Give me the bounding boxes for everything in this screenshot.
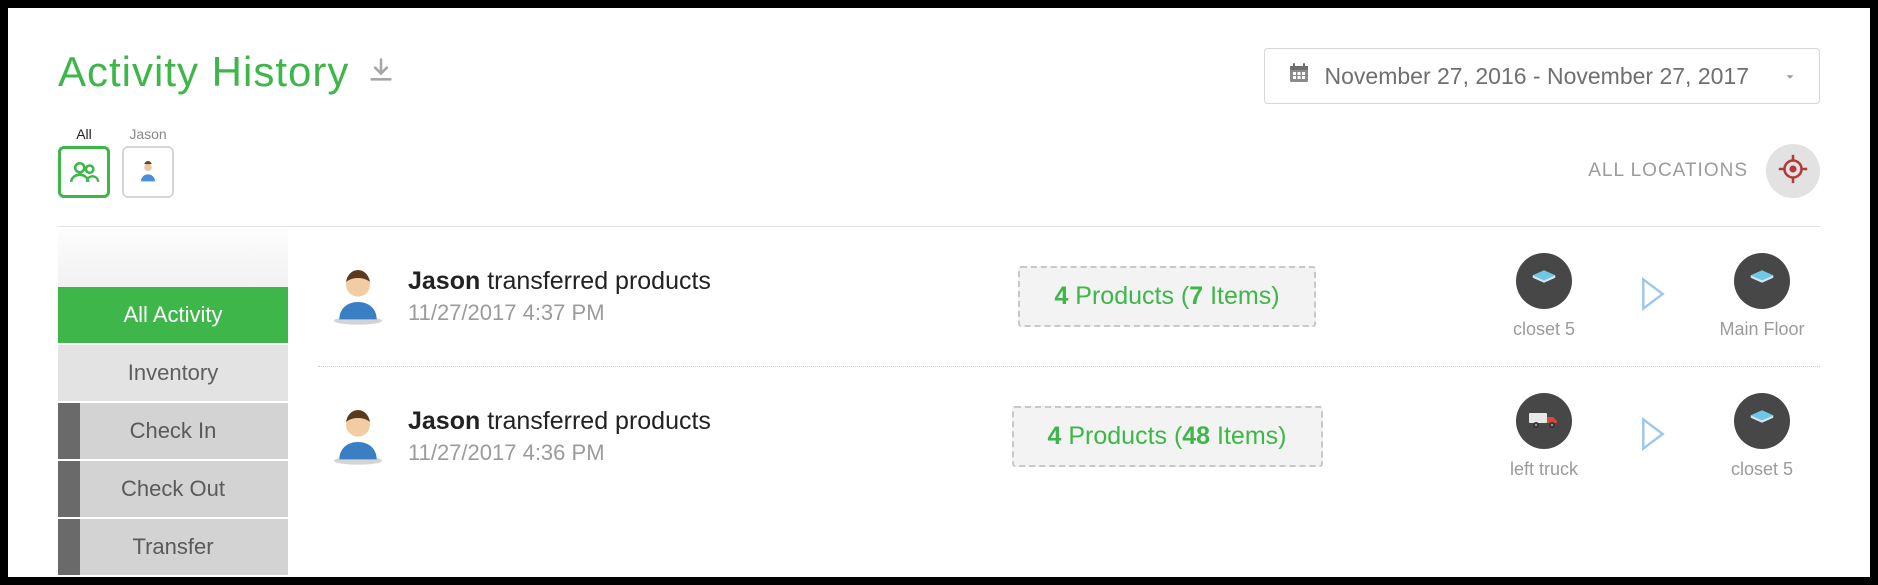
storage-box-icon: [1747, 404, 1777, 439]
location-to[interactable]: Main Floor: [1714, 253, 1810, 340]
sidebar-item-check-in[interactable]: Check In: [58, 403, 288, 459]
location-from[interactable]: closet 5: [1496, 253, 1592, 340]
activity-timestamp: 11/27/2017 4:37 PM: [408, 300, 838, 326]
sidebar-item-all-activity[interactable]: All Activity: [58, 287, 288, 343]
download-icon[interactable]: [367, 56, 395, 89]
user-avatar-icon: [326, 402, 390, 471]
sidebar-item-inventory[interactable]: Inventory: [58, 345, 288, 401]
truck-icon: [1527, 407, 1561, 436]
user-filter-all-label: All: [76, 126, 92, 142]
page-title: Activity History: [58, 48, 349, 96]
sidebar-item-check-out[interactable]: Check Out: [58, 461, 288, 517]
activity-row: Jason transferred products 11/27/2017 4:…: [318, 227, 1820, 367]
transfer-arrow-icon: [1638, 277, 1668, 316]
storage-box-icon: [1747, 264, 1777, 299]
activity-description: Jason transferred products: [408, 407, 838, 436]
activity-type-sidebar: All Activity Inventory Check In Check Ou…: [58, 227, 288, 577]
activity-timestamp: 11/27/2017 4:36 PM: [408, 440, 838, 466]
chevron-down-icon: [1783, 63, 1797, 90]
activity-list: Jason transferred products 11/27/2017 4:…: [288, 227, 1820, 577]
transfer-arrow-icon: [1638, 417, 1668, 456]
locations-filter-button[interactable]: [1766, 144, 1820, 198]
products-count-badge[interactable]: 4 Products (7 Items): [1018, 266, 1315, 327]
crosshair-icon: [1776, 152, 1810, 191]
user-filter-jason[interactable]: [122, 146, 174, 198]
user-filter-user-label: Jason: [129, 126, 166, 142]
activity-row: Jason transferred products 11/27/2017 4:…: [318, 367, 1820, 506]
storage-box-icon: [1529, 264, 1559, 299]
location-to[interactable]: closet 5: [1714, 393, 1810, 480]
sidebar-item-transfer[interactable]: Transfer: [58, 519, 288, 575]
user-avatar-icon: [326, 262, 390, 331]
activity-description: Jason transferred products: [408, 267, 838, 296]
location-from[interactable]: left truck: [1496, 393, 1592, 480]
products-count-badge[interactable]: 4 Products (48 Items): [1012, 406, 1323, 467]
calendar-icon: [1287, 61, 1311, 91]
user-filter-all[interactable]: [58, 146, 110, 198]
date-range-text: November 27, 2016 - November 27, 2017: [1325, 63, 1749, 90]
locations-filter-label: ALL LOCATIONS: [1588, 160, 1748, 182]
date-range-picker[interactable]: November 27, 2016 - November 27, 2017: [1264, 48, 1820, 104]
